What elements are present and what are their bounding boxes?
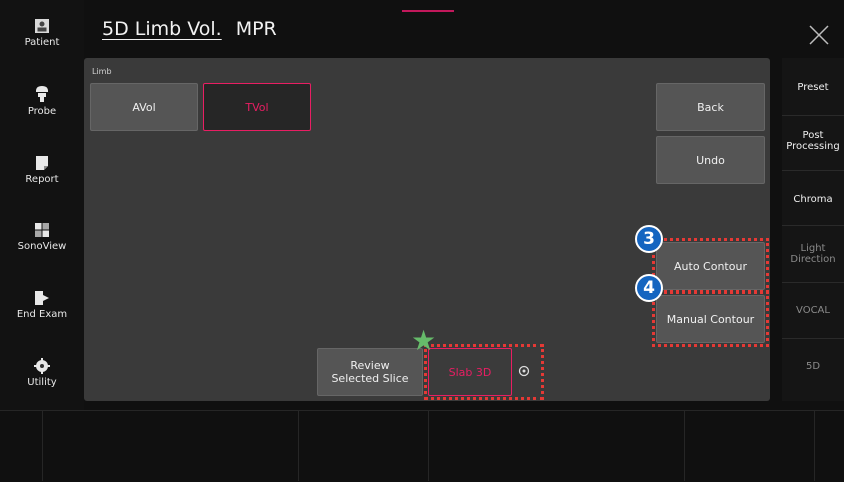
right-nav <box>782 58 844 401</box>
bottom-divider <box>814 410 815 481</box>
right-nav-light-direction[interactable]: Light Direction <box>782 243 844 265</box>
sonoview-icon <box>35 223 49 237</box>
nav-item-utility[interactable]: Utility <box>0 358 84 388</box>
patient-icon <box>35 19 49 33</box>
tvol-button[interactable]: TVol <box>203 83 311 131</box>
right-nav-vocal[interactable]: VOCAL <box>782 305 844 316</box>
avol-button[interactable]: AVol <box>90 83 198 131</box>
page-title: 5D Limb Vol. MPR <box>102 18 277 40</box>
nav-item-probe[interactable]: Probe <box>0 85 84 117</box>
right-nav-post-processing[interactable]: Post Processing <box>782 130 844 152</box>
review-label-line2: Selected Slice <box>331 372 409 385</box>
panel-label-limb: Limb <box>92 67 112 76</box>
undo-button[interactable]: Undo <box>656 136 765 184</box>
bottom-divider <box>428 410 429 481</box>
nav-item-patient[interactable]: Patient <box>0 18 84 48</box>
right-nav-divider <box>782 282 844 283</box>
annotation-box-auto-contour <box>652 238 769 293</box>
annotation-marker-3: 3 <box>635 225 663 253</box>
review-label-line1: Review <box>350 359 390 372</box>
right-nav-divider <box>782 170 844 171</box>
star-icon: ★ <box>411 324 437 357</box>
back-button[interactable]: Back <box>656 83 765 131</box>
close-icon[interactable] <box>806 22 832 48</box>
bottom-control-strip <box>0 410 844 482</box>
nav-item-report[interactable]: Report <box>0 155 84 185</box>
annotation-box-slab-3d <box>424 344 544 400</box>
nav-label-report: Report <box>25 174 59 185</box>
right-nav-chroma[interactable]: Chroma <box>782 194 844 205</box>
probe-icon <box>36 86 48 102</box>
right-nav-divider <box>782 115 844 116</box>
annotation-box-manual-contour <box>652 291 769 347</box>
top-accent-line <box>402 10 454 12</box>
nav-label-patient: Patient <box>24 37 60 48</box>
nav-item-end-exam[interactable]: End Exam <box>0 290 84 320</box>
title-5d-limb-vol[interactable]: 5D Limb Vol. <box>102 18 222 40</box>
nav-label-utility: Utility <box>27 377 57 388</box>
left-nav: Patient Probe Report SonoView End Exam U… <box>0 0 84 410</box>
bottom-divider <box>298 410 299 481</box>
nav-item-sonoview[interactable]: SonoView <box>0 222 84 252</box>
end-exam-icon <box>35 291 49 305</box>
title-mpr[interactable]: MPR <box>236 18 277 40</box>
right-nav-preset[interactable]: Preset <box>782 82 844 93</box>
nav-label-sonoview: SonoView <box>17 241 67 252</box>
nav-label-end-exam: End Exam <box>16 309 68 320</box>
bottom-divider <box>684 410 685 481</box>
bottom-divider <box>42 410 43 481</box>
report-icon <box>36 156 48 170</box>
annotation-marker-4: 4 <box>635 274 663 302</box>
utility-icon <box>34 358 50 374</box>
right-nav-5d[interactable]: 5D <box>782 361 844 372</box>
nav-label-probe: Probe <box>27 106 57 117</box>
right-nav-divider <box>782 225 844 226</box>
right-nav-divider <box>782 338 844 339</box>
review-selected-slice-button[interactable]: Review Selected Slice <box>317 348 423 396</box>
